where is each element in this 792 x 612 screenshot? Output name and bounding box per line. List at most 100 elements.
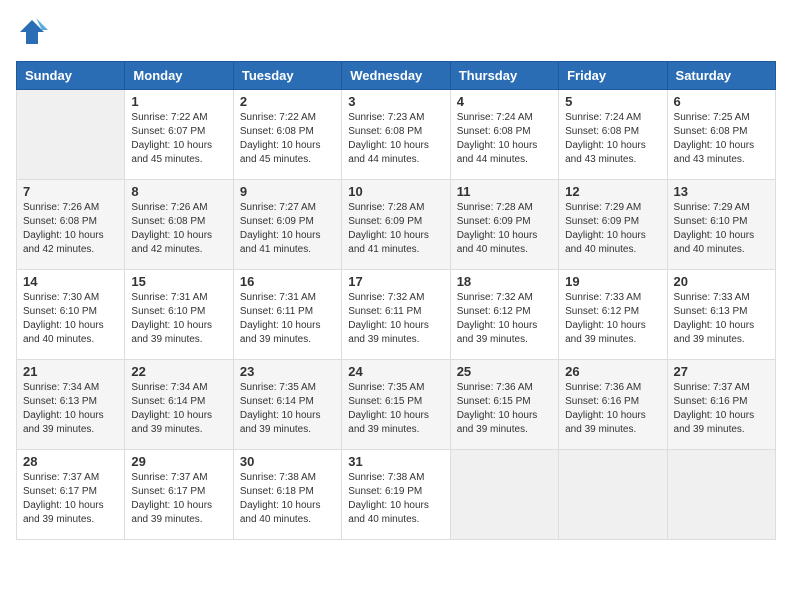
day-info: Sunrise: 7:38 AMSunset: 6:18 PMDaylight:… (240, 471, 335, 527)
calendar-cell: 7Sunrise: 7:26 AMSunset: 6:08 PMDaylight… (17, 180, 125, 270)
day-info: Sunrise: 7:29 AMSunset: 6:09 PMDaylight:… (565, 201, 660, 257)
day-number: 11 (457, 184, 552, 199)
day-info: Sunrise: 7:35 AMSunset: 6:14 PMDaylight:… (240, 381, 335, 437)
calendar-cell: 18 Sunrise: 7:32 AMSunset: 6:12 PMDayligh… (450, 270, 558, 360)
day-info: Sunrise: 7:32 AMSunset: 6:12 PMDaylight:… (457, 291, 552, 347)
day-info: Sunrise: 7:32 AMSunset: 6:11 PMDaylight:… (348, 291, 443, 347)
day-number: 25 (457, 364, 552, 379)
day-number: 23 (240, 364, 335, 379)
calendar-week-row: 14 Sunrise: 7:30 AMSunset: 6:10 PMDayligh… (17, 270, 776, 360)
day-info: Sunrise: 7:38 AMSunset: 6:19 PMDaylight:… (348, 471, 443, 527)
day-number: 24 (348, 364, 443, 379)
day-info: Sunrise: 7:22 AMSunset: 6:07 PMDaylight:… (131, 111, 226, 167)
calendar-cell: 21 Sunrise: 7:34 AMSunset: 6:13 PMDayligh… (17, 360, 125, 450)
day-info: Sunrise: 7:26 AMSunset: 6:08 PMDaylight:… (23, 201, 118, 257)
calendar-cell: 8 Sunrise: 7:26 AMSunset: 6:08 PMDaylight… (125, 180, 233, 270)
day-number: 10 (348, 184, 443, 199)
day-info: Sunrise: 7:29 AMSunset: 6:10 PMDaylight:… (674, 201, 769, 257)
calendar-cell: 9 Sunrise: 7:27 AMSunset: 6:09 PMDaylight… (233, 180, 341, 270)
day-info: Sunrise: 7:36 AMSunset: 6:16 PMDaylight:… (565, 381, 660, 437)
day-info: Sunrise: 7:26 AMSunset: 6:08 PMDaylight:… (131, 201, 226, 257)
day-info: Sunrise: 7:31 AMSunset: 6:10 PMDaylight:… (131, 291, 226, 347)
day-header-friday: Friday (559, 62, 667, 90)
day-header-sunday: Sunday (17, 62, 125, 90)
day-info: Sunrise: 7:37 AMSunset: 6:17 PMDaylight:… (23, 471, 118, 527)
day-info: Sunrise: 7:35 AMSunset: 6:15 PMDaylight:… (348, 381, 443, 437)
calendar-cell: 1 Sunrise: 7:22 AMSunset: 6:07 PMDaylight… (125, 90, 233, 180)
calendar-header-row: SundayMondayTuesdayWednesdayThursdayFrid… (17, 62, 776, 90)
calendar-cell: 17Sunrise: 7:32 AMSunset: 6:11 PMDayligh… (342, 270, 450, 360)
calendar-cell (450, 450, 558, 540)
day-number: 30 (240, 454, 335, 469)
day-number: 15 (131, 274, 226, 289)
day-info: Sunrise: 7:33 AMSunset: 6:12 PMDaylight:… (565, 291, 660, 347)
day-info: Sunrise: 7:25 AMSunset: 6:08 PMDaylight:… (674, 111, 769, 167)
calendar-cell: 14 Sunrise: 7:30 AMSunset: 6:10 PMDayligh… (17, 270, 125, 360)
day-info: Sunrise: 7:24 AMSunset: 6:08 PMDaylight:… (457, 111, 552, 167)
day-number: 9 (240, 184, 335, 199)
calendar-cell (667, 450, 775, 540)
day-number: 29 (131, 454, 226, 469)
calendar-cell: 26Sunrise: 7:36 AMSunset: 6:16 PMDayligh… (559, 360, 667, 450)
day-info: Sunrise: 7:34 AMSunset: 6:13 PMDaylight:… (23, 381, 118, 437)
calendar-cell: 6 Sunrise: 7:25 AMSunset: 6:08 PMDaylight… (667, 90, 775, 180)
day-info: Sunrise: 7:27 AMSunset: 6:09 PMDaylight:… (240, 201, 335, 257)
calendar-cell: 13 Sunrise: 7:29 AMSunset: 6:10 PMDayligh… (667, 180, 775, 270)
day-number: 27 (674, 364, 769, 379)
day-info: Sunrise: 7:31 AMSunset: 6:11 PMDaylight:… (240, 291, 335, 347)
day-info: Sunrise: 7:30 AMSunset: 6:10 PMDaylight:… (23, 291, 118, 347)
calendar-cell: 12 Sunrise: 7:29 AMSunset: 6:09 PMDayligh… (559, 180, 667, 270)
day-header-tuesday: Tuesday (233, 62, 341, 90)
calendar-cell (17, 90, 125, 180)
day-number: 22 (131, 364, 226, 379)
calendar-cell: 22Sunrise: 7:34 AMSunset: 6:14 PMDayligh… (125, 360, 233, 450)
calendar-week-row: 7Sunrise: 7:26 AMSunset: 6:08 PMDaylight… (17, 180, 776, 270)
day-header-saturday: Saturday (667, 62, 775, 90)
calendar-cell: 25 Sunrise: 7:36 AMSunset: 6:15 PMDayligh… (450, 360, 558, 450)
day-info: Sunrise: 7:24 AMSunset: 6:08 PMDaylight:… (565, 111, 660, 167)
day-number: 12 (565, 184, 660, 199)
calendar-week-row: 1 Sunrise: 7:22 AMSunset: 6:07 PMDaylight… (17, 90, 776, 180)
day-info: Sunrise: 7:37 AMSunset: 6:16 PMDaylight:… (674, 381, 769, 437)
calendar-cell: 27 Sunrise: 7:37 AMSunset: 6:16 PMDayligh… (667, 360, 775, 450)
calendar-cell: 19 Sunrise: 7:33 AMSunset: 6:12 PMDayligh… (559, 270, 667, 360)
day-number: 19 (565, 274, 660, 289)
day-info: Sunrise: 7:33 AMSunset: 6:13 PMDaylight:… (674, 291, 769, 347)
calendar-cell: 20 Sunrise: 7:33 AMSunset: 6:13 PMDayligh… (667, 270, 775, 360)
calendar-cell: 28 Sunrise: 7:37 AMSunset: 6:17 PMDayligh… (17, 450, 125, 540)
calendar-cell: 4Sunrise: 7:24 AMSunset: 6:08 PMDaylight… (450, 90, 558, 180)
day-number: 8 (131, 184, 226, 199)
day-number: 13 (674, 184, 769, 199)
calendar-cell: 24 Sunrise: 7:35 AMSunset: 6:15 PMDayligh… (342, 360, 450, 450)
calendar-cell: 23 Sunrise: 7:35 AMSunset: 6:14 PMDayligh… (233, 360, 341, 450)
day-info: Sunrise: 7:23 AMSunset: 6:08 PMDaylight:… (348, 111, 443, 167)
page-header (16, 16, 776, 53)
day-number: 20 (674, 274, 769, 289)
calendar-week-row: 28 Sunrise: 7:37 AMSunset: 6:17 PMDayligh… (17, 450, 776, 540)
calendar-cell: 29Sunrise: 7:37 AMSunset: 6:17 PMDayligh… (125, 450, 233, 540)
calendar-cell (559, 450, 667, 540)
day-number: 31 (348, 454, 443, 469)
calendar-cell: 11Sunrise: 7:28 AMSunset: 6:09 PMDayligh… (450, 180, 558, 270)
calendar-cell: 31 Sunrise: 7:38 AMSunset: 6:19 PMDayligh… (342, 450, 450, 540)
day-header-wednesday: Wednesday (342, 62, 450, 90)
day-number: 1 (131, 94, 226, 109)
day-number: 2 (240, 94, 335, 109)
day-number: 28 (23, 454, 118, 469)
calendar-cell: 30 Sunrise: 7:38 AMSunset: 6:18 PMDayligh… (233, 450, 341, 540)
day-number: 16 (240, 274, 335, 289)
day-info: Sunrise: 7:22 AMSunset: 6:08 PMDaylight:… (240, 111, 335, 167)
day-number: 6 (674, 94, 769, 109)
day-number: 21 (23, 364, 118, 379)
day-info: Sunrise: 7:28 AMSunset: 6:09 PMDaylight:… (348, 201, 443, 257)
logo-icon (16, 16, 48, 48)
calendar-cell: 16 Sunrise: 7:31 AMSunset: 6:11 PMDayligh… (233, 270, 341, 360)
calendar-week-row: 21 Sunrise: 7:34 AMSunset: 6:13 PMDayligh… (17, 360, 776, 450)
day-header-monday: Monday (125, 62, 233, 90)
logo (16, 16, 48, 53)
day-number: 14 (23, 274, 118, 289)
calendar-cell: 15 Sunrise: 7:31 AMSunset: 6:10 PMDayligh… (125, 270, 233, 360)
calendar-cell: 2 Sunrise: 7:22 AMSunset: 6:08 PMDaylight… (233, 90, 341, 180)
day-number: 18 (457, 274, 552, 289)
day-info: Sunrise: 7:36 AMSunset: 6:15 PMDaylight:… (457, 381, 552, 437)
